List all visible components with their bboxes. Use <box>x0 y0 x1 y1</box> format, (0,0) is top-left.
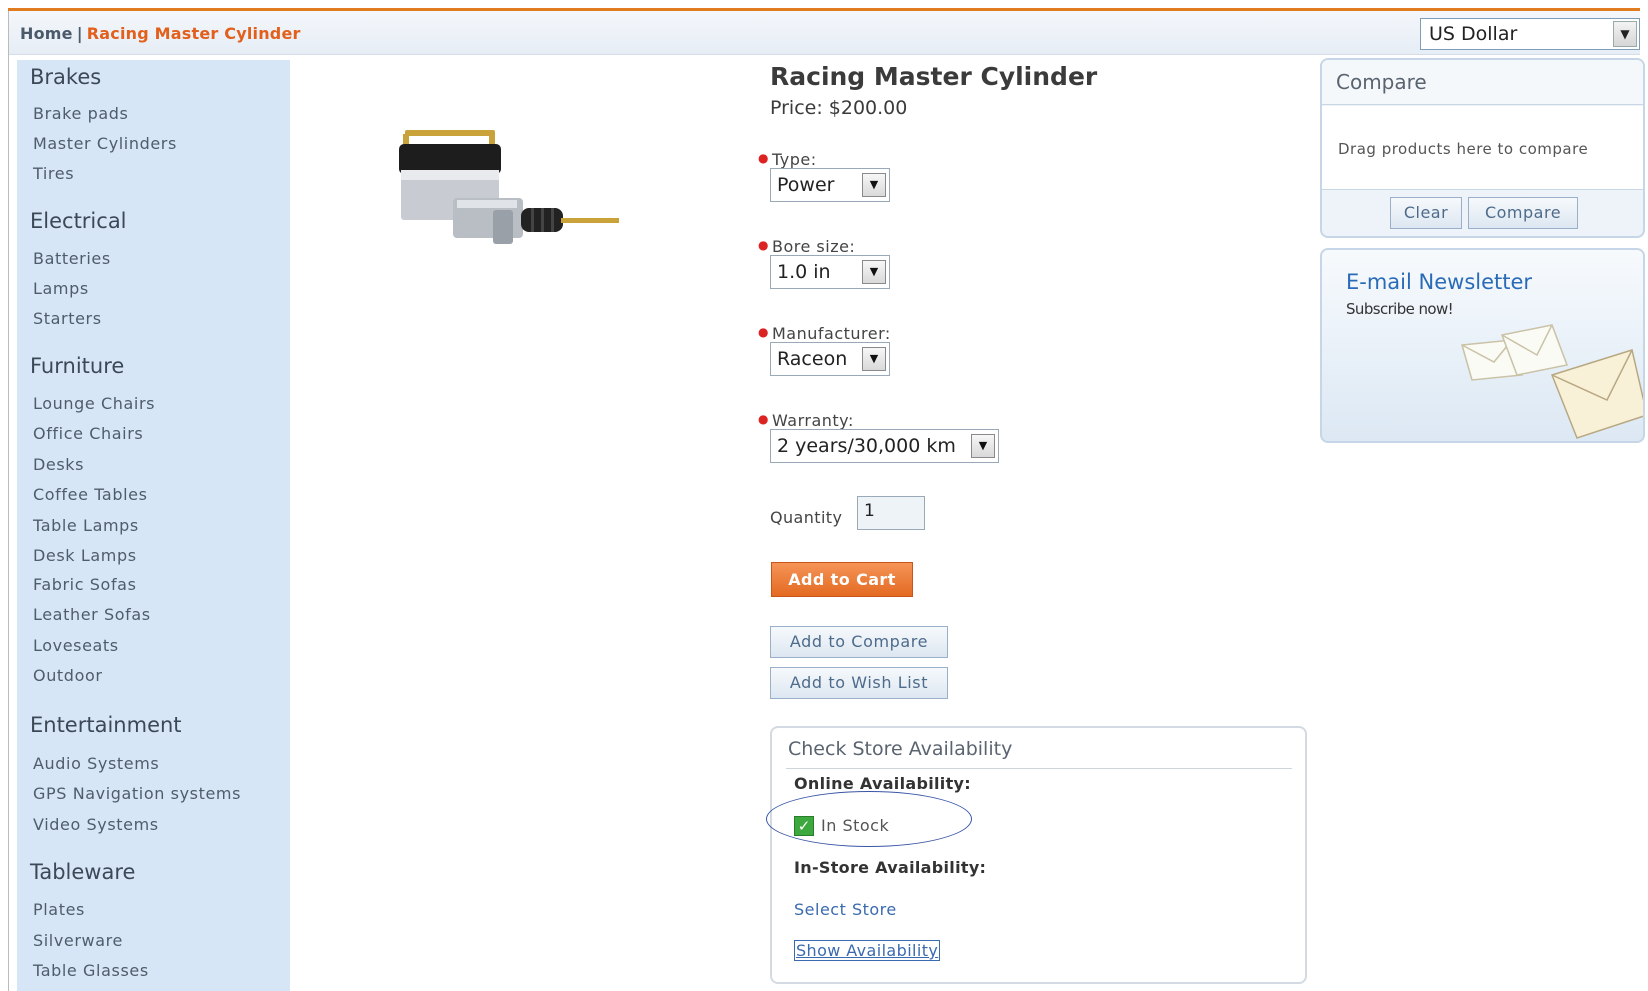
warranty-select[interactable]: 2 years/30,000 km ▼ <box>770 429 999 463</box>
manufacturer-label-text: Manufacturer: <box>771 324 891 343</box>
cylinder-flange <box>493 210 513 244</box>
reservoir-bracket <box>405 130 495 136</box>
type-value: Power <box>777 174 835 196</box>
category-heading-brakes[interactable]: Brakes <box>30 65 101 89</box>
in-store-availability-label: In-Store Availability: <box>794 858 987 877</box>
quantity-input[interactable]: 1 <box>857 496 925 530</box>
sidebar-item-outdoor[interactable]: Outdoor <box>33 666 103 685</box>
required-marker: ● <box>758 325 769 339</box>
cylinder-highlight <box>457 200 517 208</box>
warranty-value: 2 years/30,000 km <box>777 435 956 457</box>
currency-value: US Dollar <box>1429 23 1518 45</box>
bore-size-value: 1.0 in <box>777 261 831 283</box>
breadcrumb-home-link[interactable]: Home <box>20 24 73 43</box>
sidebar-item-starters[interactable]: Starters <box>33 309 102 328</box>
divider <box>786 768 1292 769</box>
sidebar-item-plates[interactable]: Plates <box>33 900 85 919</box>
category-heading-tableware[interactable]: Tableware <box>30 860 135 884</box>
breadcrumb: Home | Racing Master Cylinder <box>20 24 301 43</box>
chevron-down-icon[interactable]: ▼ <box>862 260 886 284</box>
compare-title: Compare <box>1336 70 1427 94</box>
manufacturer-value: Raceon <box>777 348 848 370</box>
clear-compare-button[interactable]: Clear <box>1390 197 1462 229</box>
breadcrumb-current: Racing Master Cylinder <box>86 24 301 43</box>
sidebar-item-batteries[interactable]: Batteries <box>33 249 111 268</box>
sidebar-item-lamps[interactable]: Lamps <box>33 279 89 298</box>
manufacturer-select[interactable]: Raceon ▼ <box>770 342 890 376</box>
type-label-text: Type: <box>771 150 817 169</box>
sidebar-item-coffee-tables[interactable]: Coffee Tables <box>33 485 148 504</box>
show-availability-link[interactable]: Show Availability <box>794 940 941 961</box>
online-availability-label: Online Availability: <box>794 774 971 793</box>
manufacturer-label: ● Manufacturer: <box>758 324 891 343</box>
breadcrumb-separator: | <box>76 24 83 43</box>
sidebar-item-silverware[interactable]: Silverware <box>33 931 123 950</box>
chevron-down-icon[interactable]: ▼ <box>1613 21 1637 47</box>
store-availability-panel: Check Store Availability Online Availabi… <box>766 726 1307 984</box>
bore-size-label: ● Bore size: <box>758 237 855 256</box>
newsletter-subtitle: Subscribe now! <box>1346 300 1454 318</box>
type-label: ● Type: <box>758 150 817 169</box>
sidebar-item-leather-sofas[interactable]: Leather Sofas <box>33 605 151 624</box>
warranty-label-text: Warranty: <box>771 411 854 430</box>
store-availability-title: Check Store Availability <box>788 738 1013 760</box>
envelope-icon <box>1461 324 1643 439</box>
sidebar-item-desk-lamps[interactable]: Desk Lamps <box>33 546 137 565</box>
product-title: Racing Master Cylinder <box>770 62 1098 91</box>
sidebar-item-brake-pads[interactable]: Brake pads <box>33 104 128 123</box>
compare-panel: Compare Drag products here to compare Cl… <box>1320 58 1645 238</box>
boot-rib-2 <box>541 208 544 232</box>
add-to-wishlist-button[interactable]: Add to Wish List <box>770 667 948 699</box>
quantity-label: Quantity <box>770 508 843 527</box>
currency-select[interactable]: US Dollar ▼ <box>1420 18 1640 50</box>
sidebar-item-desks[interactable]: Desks <box>33 455 84 474</box>
required-marker: ● <box>758 151 769 165</box>
boot-rib-3 <box>551 208 554 232</box>
newsletter-panel[interactable]: E-mail Newsletter Subscribe now! <box>1320 248 1645 443</box>
bore-size-label-text: Bore size: <box>771 237 856 256</box>
compare-hint: Drag products here to compare <box>1338 140 1589 158</box>
sidebar-item-table-glasses[interactable]: Table Glasses <box>33 961 149 980</box>
sidebar-item-gps-navigation[interactable]: GPS Navigation systems <box>33 784 241 803</box>
compare-header: Compare <box>1322 60 1643 105</box>
reservoir-highlight <box>401 170 499 180</box>
sidebar-item-office-chairs[interactable]: Office Chairs <box>33 424 143 443</box>
category-heading-electrical[interactable]: Electrical <box>30 209 127 233</box>
bore-size-select[interactable]: 1.0 in ▼ <box>770 255 890 289</box>
add-to-cart-button[interactable]: Add to Cart <box>771 562 913 597</box>
category-heading-entertainment[interactable]: Entertainment <box>30 713 182 737</box>
chevron-down-icon[interactable]: ▼ <box>971 434 995 458</box>
chevron-down-icon[interactable]: ▼ <box>862 173 886 197</box>
reservoir-cap <box>399 144 501 174</box>
annotation-ellipse <box>766 791 972 847</box>
sidebar-item-fabric-sofas[interactable]: Fabric Sofas <box>33 575 137 594</box>
sidebar-item-video-systems[interactable]: Video Systems <box>33 815 159 834</box>
sidebar-item-audio-systems[interactable]: Audio Systems <box>33 754 159 773</box>
chevron-down-icon[interactable]: ▼ <box>862 347 886 371</box>
warranty-label: ● Warranty: <box>758 411 854 430</box>
sidebar-item-master-cylinders[interactable]: Master Cylinders <box>33 134 177 153</box>
sidebar-item-lounge-chairs[interactable]: Lounge Chairs <box>33 394 155 413</box>
sidebar-item-tires[interactable]: Tires <box>33 164 74 183</box>
sidebar-item-loveseats[interactable]: Loveseats <box>33 636 119 655</box>
type-select[interactable]: Power ▼ <box>770 168 890 202</box>
pushrod <box>561 218 619 223</box>
required-marker: ● <box>758 238 769 252</box>
required-marker: ● <box>758 412 769 426</box>
master-cylinder-image <box>399 130 619 244</box>
select-store-link[interactable]: Select Store <box>794 900 897 919</box>
category-sidebar: Brakes Brake pads Master Cylinders Tires… <box>17 60 290 991</box>
sidebar-item-table-lamps[interactable]: Table Lamps <box>33 516 139 535</box>
boot-rib-1 <box>531 208 534 232</box>
compare-button[interactable]: Compare <box>1468 197 1578 229</box>
newsletter-title[interactable]: E-mail Newsletter <box>1346 270 1532 294</box>
product-price: Price: $200.00 <box>770 97 908 119</box>
add-to-compare-button[interactable]: Add to Compare <box>770 626 948 658</box>
category-heading-furniture[interactable]: Furniture <box>30 354 124 378</box>
